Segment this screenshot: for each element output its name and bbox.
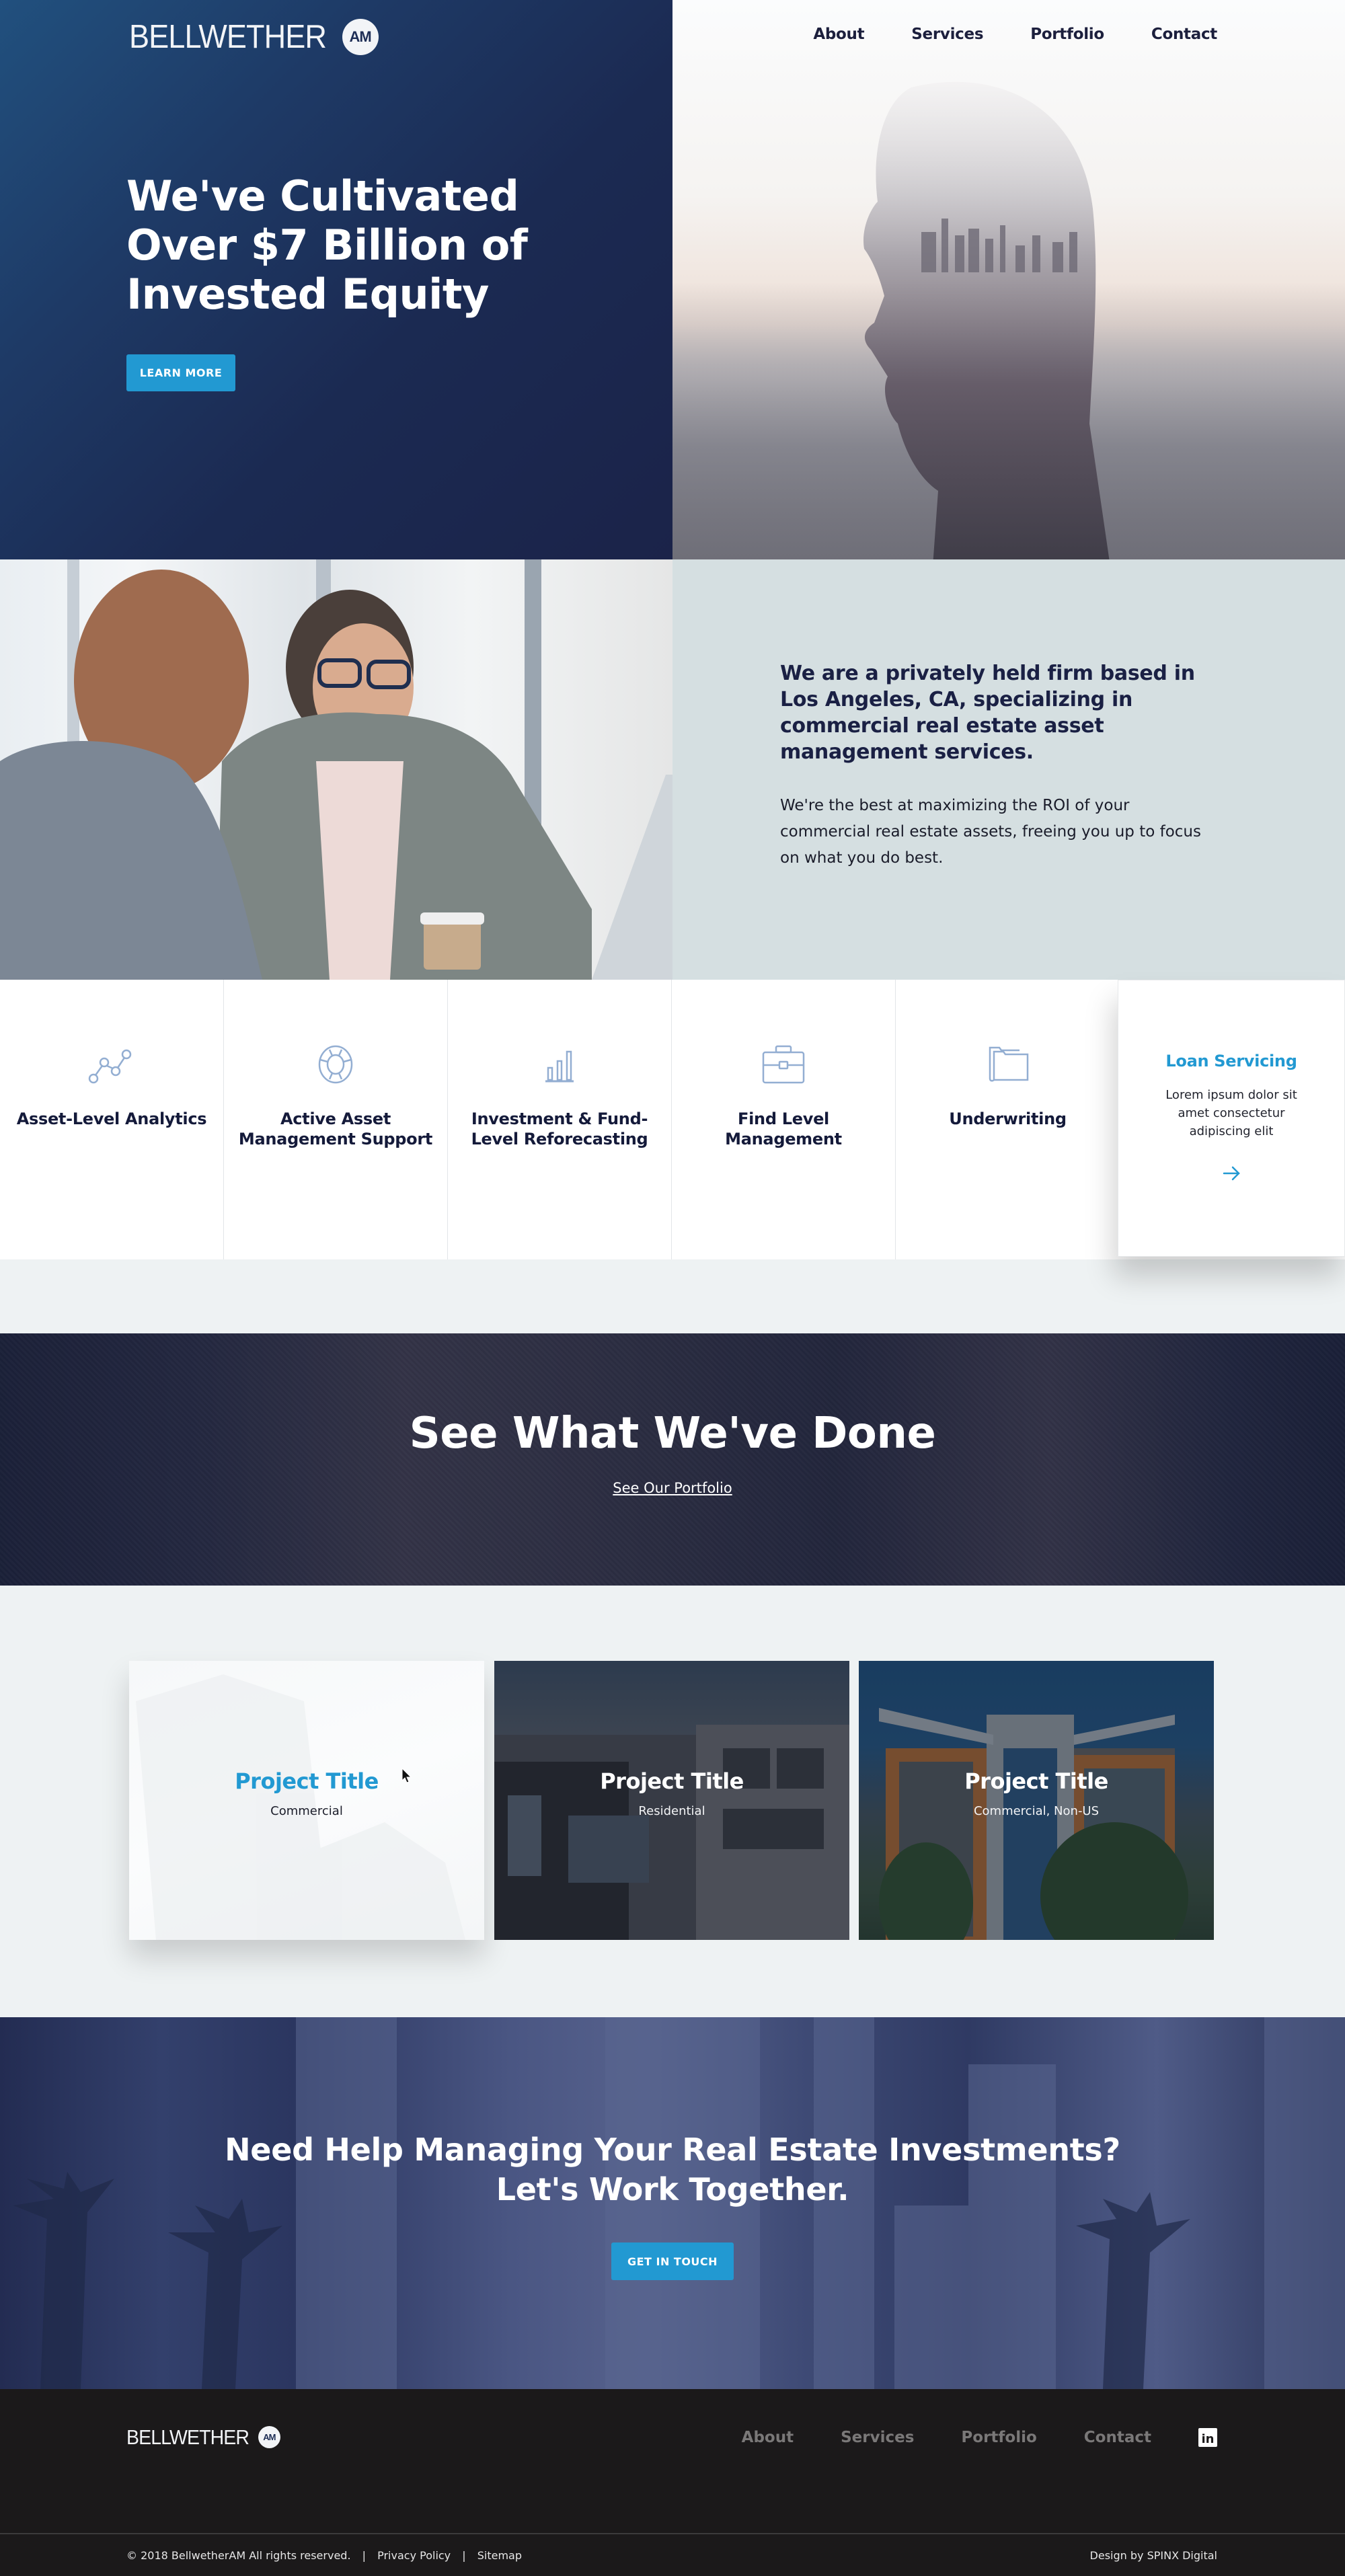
service-card-investment-reforecasting[interactable]: Investment & Fund-Level Reforecasting: [448, 980, 672, 1259]
project-title: Project Title: [235, 1768, 379, 1794]
banner-title: See What We've Done: [409, 1409, 936, 1458]
folders-icon: [989, 1046, 1028, 1082]
services-section: Asset-Level Analytics Active Asset Manag…: [0, 980, 1345, 1333]
cta-title: Need Help Managing Your Real Estate Inve…: [0, 2130, 1345, 2210]
learn-more-button[interactable]: LEARN MORE: [126, 354, 235, 391]
get-in-touch-button[interactable]: GET IN TOUCH: [611, 2242, 734, 2280]
footer-nav-contact[interactable]: Contact: [1084, 2429, 1151, 2446]
hero-title: We've Cultivated Over $7 Billion of Inve…: [126, 171, 528, 319]
service-card-asset-level-analytics[interactable]: Asset-Level Analytics: [0, 980, 224, 1259]
project-category: Commercial: [270, 1804, 343, 1818]
hero-section: BELLWETHER AM We've Cultivated Over $7 B…: [0, 0, 1345, 559]
site-logo[interactable]: BELLWETHER AM: [129, 19, 379, 55]
separator: |: [462, 2549, 466, 2562]
about-heading: We are a privately held firm based in Lo…: [780, 662, 1195, 764]
service-title: Active Asset Management Support: [238, 1109, 433, 1148]
service-title: Underwriting: [949, 1109, 1067, 1128]
nav-services[interactable]: Services: [911, 26, 983, 43]
project-card[interactable]: Project Title Commercial: [129, 1661, 484, 1940]
project-image-commercial: [859, 1661, 1214, 1940]
nav-about[interactable]: About: [813, 26, 864, 43]
lifebuoy-icon: [318, 1045, 353, 1084]
service-title-active: Loan Servicing: [1165, 1052, 1297, 1070]
service-title: Find Level Management: [725, 1109, 842, 1148]
service-title: Asset-Level Analytics: [16, 1109, 207, 1128]
about-section: We are a privately held firm based in Lo…: [0, 559, 1345, 980]
about-text-panel: We are a privately held firm based in Lo…: [672, 559, 1345, 980]
cta-section: Need Help Managing Your Real Estate Inve…: [0, 2017, 1345, 2389]
copyright-text: © 2018 BellwetherAM All rights reserved.: [126, 2549, 351, 2562]
project-image-faded: [136, 1674, 465, 1940]
logo-wordmark: BELLWETHER: [129, 18, 327, 55]
hero-image: About Services Portfolio Contact: [672, 0, 1345, 559]
separator: |: [362, 2549, 367, 2562]
project-image-residential: [494, 1661, 849, 1940]
footer-nav-services[interactable]: Services: [841, 2429, 914, 2446]
site-footer: BELLWETHER AM About Services Portfolio C…: [0, 2389, 1345, 2576]
footer-divider: [0, 2533, 1345, 2534]
see-portfolio-link[interactable]: See Our Portfolio: [613, 1480, 732, 1496]
bar-chart-icon: [545, 1050, 574, 1083]
cta-title-line1: Need Help Managing Your Real Estate Inve…: [225, 2132, 1120, 2168]
footer-logo-wordmark: BELLWETHER: [126, 2425, 249, 2449]
service-description: Lorem ipsum dolor sit amet consectetur a…: [1165, 1088, 1297, 1138]
analytics-line-icon: [88, 1049, 132, 1084]
service-card-underwriting[interactable]: Underwriting: [896, 980, 1120, 1259]
project-category: Commercial, Non-US: [973, 1804, 1100, 1818]
project-title: Project Title: [600, 1768, 744, 1794]
footer-logo-badge: AM: [258, 2426, 280, 2448]
service-title: Investment & Fund-Level Reforecasting: [471, 1109, 648, 1148]
nav-contact[interactable]: Contact: [1151, 26, 1217, 43]
project-card[interactable]: Project Title Residential: [494, 1661, 849, 1940]
footer-nav-about[interactable]: About: [742, 2429, 794, 2446]
projects-section: Project Title Commercial Project Title R…: [0, 1586, 1345, 2017]
project-card[interactable]: Project Title Commercial, Non-US: [859, 1661, 1214, 1940]
project-title: Project Title: [964, 1768, 1108, 1794]
team-photo-illustration: [0, 559, 672, 980]
logo-badge: AM: [342, 19, 379, 55]
footer-logo[interactable]: BELLWETHER AM: [126, 2426, 280, 2448]
project-category: Residential: [638, 1804, 705, 1818]
main-nav: About Services Portfolio Contact: [766, 26, 1217, 43]
briefcase-icon: [762, 1045, 805, 1084]
cta-title-line2: Let's Work Together.: [496, 2171, 849, 2208]
design-credit-link[interactable]: Design by SPINX Digital: [1090, 2549, 1217, 2562]
about-body: We're the best at maximizing the ROI of …: [780, 797, 1201, 867]
linkedin-icon[interactable]: in: [1198, 2428, 1217, 2447]
portfolio-banner: See What We've Done See Our Portfolio: [0, 1333, 1345, 1586]
arrow-right-icon[interactable]: [1220, 1162, 1243, 1185]
service-card-find-level-management[interactable]: Find Level Management: [672, 980, 896, 1259]
nav-portfolio[interactable]: Portfolio: [1030, 26, 1104, 43]
service-card-loan-servicing[interactable]: Loan Servicing Lorem ipsum dolor sit ame…: [1118, 980, 1345, 1257]
footer-nav-portfolio[interactable]: Portfolio: [961, 2429, 1036, 2446]
footer-bottom-bar: © 2018 BellwetherAM All rights reserved.…: [126, 2549, 1217, 2562]
hero-left-panel: BELLWETHER AM We've Cultivated Over $7 B…: [0, 0, 672, 559]
footer-legal: © 2018 BellwetherAM All rights reserved.…: [126, 2549, 522, 2562]
mouse-cursor-icon: [401, 1768, 412, 1783]
privacy-policy-link[interactable]: Privacy Policy: [377, 2549, 451, 2562]
sitemap-link[interactable]: Sitemap: [477, 2549, 522, 2562]
footer-nav: About Services Portfolio Contact in: [695, 2428, 1217, 2447]
head-silhouette-image: [863, 81, 1110, 559]
service-card-active-asset-management[interactable]: Active Asset Management Support: [224, 980, 448, 1259]
team-meeting-photo: [0, 559, 672, 980]
